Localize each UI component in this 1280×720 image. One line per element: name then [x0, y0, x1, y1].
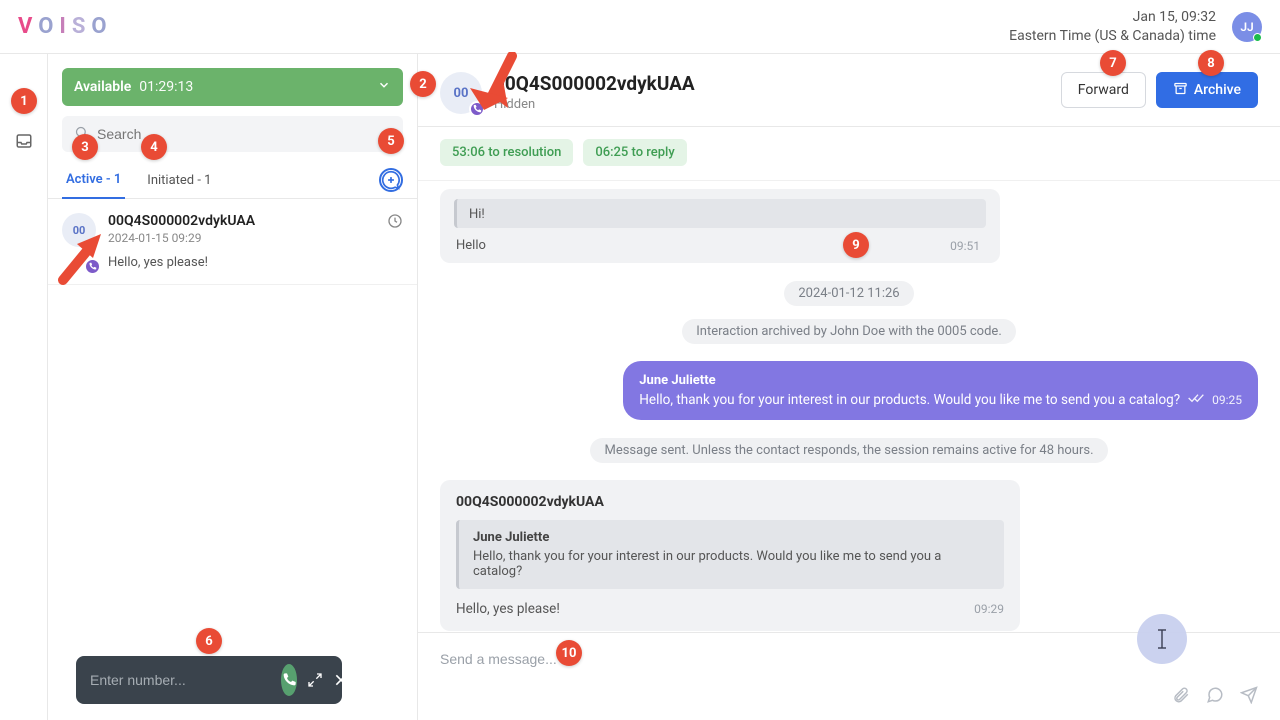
system-message: Interaction archived by John Doe with th… [440, 323, 1258, 339]
conversation-title: 00Q4S000002vdykUAA [108, 213, 255, 229]
annotation-1: 1 [11, 88, 37, 114]
message-text: Hello [456, 238, 486, 253]
header-time-block: Jan 15, 09:32 Eastern Time (US & Canada)… [1009, 8, 1216, 44]
reply-timer: 06:25 to reply [583, 139, 686, 166]
annotation-9: 9 [843, 232, 869, 258]
message-time: 09:29 [974, 602, 1004, 616]
annotation-4: 4 [141, 134, 167, 160]
close-icon[interactable] [333, 666, 349, 694]
inbox-icon[interactable] [7, 124, 41, 158]
search-input[interactable] [97, 126, 391, 142]
left-rail [0, 54, 48, 720]
search-row[interactable] [62, 116, 403, 152]
message-text: Hello, thank you for your interest in ou… [639, 392, 1180, 408]
dialer-widget [76, 656, 342, 704]
quote-text: Hello, thank you for your interest in ou… [473, 549, 990, 579]
template-icon[interactable] [1206, 686, 1224, 708]
annotation-2: 2 [410, 71, 436, 97]
timer-pills: 53:06 to resolution 06:25 to reply [418, 127, 1280, 181]
quote-name: June Juliette [473, 530, 990, 545]
dialer-input[interactable] [90, 672, 271, 688]
chevron-down-icon [377, 78, 391, 96]
tab-initiated[interactable]: Initiated - 1 [143, 163, 215, 198]
conversation-timestamp: 2024-01-15 09:29 [108, 231, 375, 245]
incoming-message: Hi! Hello 09:51 [440, 189, 1000, 263]
system-message: Message sent. Unless the contact respond… [440, 442, 1258, 458]
archive-button[interactable]: Archive [1156, 72, 1258, 108]
message-sender: 00Q4S000002vdykUAA [456, 494, 1004, 510]
attachment-icon[interactable] [1172, 686, 1190, 708]
incoming-message: 00Q4S000002vdykUAA June Juliette Hello, … [440, 480, 1258, 631]
top-bar: VOISO Jan 15, 09:32 Eastern Time (US & C… [0, 0, 1280, 54]
annotation-8: 8 [1198, 50, 1224, 76]
read-ticks-icon [1188, 392, 1204, 408]
tab-active[interactable]: Active - 1 [62, 162, 125, 199]
conversation-snippet: Hello, yes please! [108, 255, 375, 270]
conversations-panel: Available 01:29:13 Active - 1 Initiated … [48, 54, 418, 720]
outgoing-message: June Juliette Hello, thank you for your … [440, 361, 1258, 420]
new-chat-button[interactable] [379, 168, 403, 192]
send-icon[interactable] [1240, 686, 1258, 708]
header-timezone: Eastern Time (US & Canada) time [1009, 27, 1216, 45]
annotation-arrow [53, 228, 113, 288]
presence-dot [1253, 33, 1262, 42]
annotation-10: 10 [556, 640, 582, 666]
annotation-3: 3 [72, 134, 98, 160]
message-sender: June Juliette [639, 373, 1242, 388]
annotation-7: 7 [1100, 50, 1126, 76]
annotation-arrow [470, 52, 526, 118]
message-time: 09:51 [950, 239, 980, 253]
status-timer: 01:29:13 [139, 79, 193, 95]
cursor-indicator [1137, 614, 1187, 664]
archive-icon [1173, 81, 1188, 100]
annotation-6: 6 [196, 628, 222, 654]
chat-header: 00 00Q4S000002vdykUAA Hidden Forward Arc… [418, 54, 1280, 127]
resolution-timer: 53:06 to resolution [440, 139, 573, 166]
header-datetime: Jan 15, 09:32 [1009, 8, 1216, 26]
message-text: Hello, yes please! [456, 601, 560, 617]
app-logo: VOISO [18, 14, 113, 39]
status-label: Available [74, 79, 131, 95]
expand-icon[interactable] [307, 666, 323, 694]
date-separator: 2024-01-12 11:26 [440, 285, 1258, 301]
clock-icon [387, 213, 403, 270]
call-button[interactable] [281, 664, 297, 696]
annotation-5: 5 [378, 128, 404, 154]
message-time: 09:25 [1212, 393, 1242, 407]
forward-button[interactable]: Forward [1061, 72, 1146, 108]
user-avatar[interactable]: JJ [1232, 12, 1262, 42]
conversation-tabs: Active - 1 Initiated - 1 [48, 162, 417, 199]
agent-status-dropdown[interactable]: Available 01:29:13 [62, 68, 403, 106]
